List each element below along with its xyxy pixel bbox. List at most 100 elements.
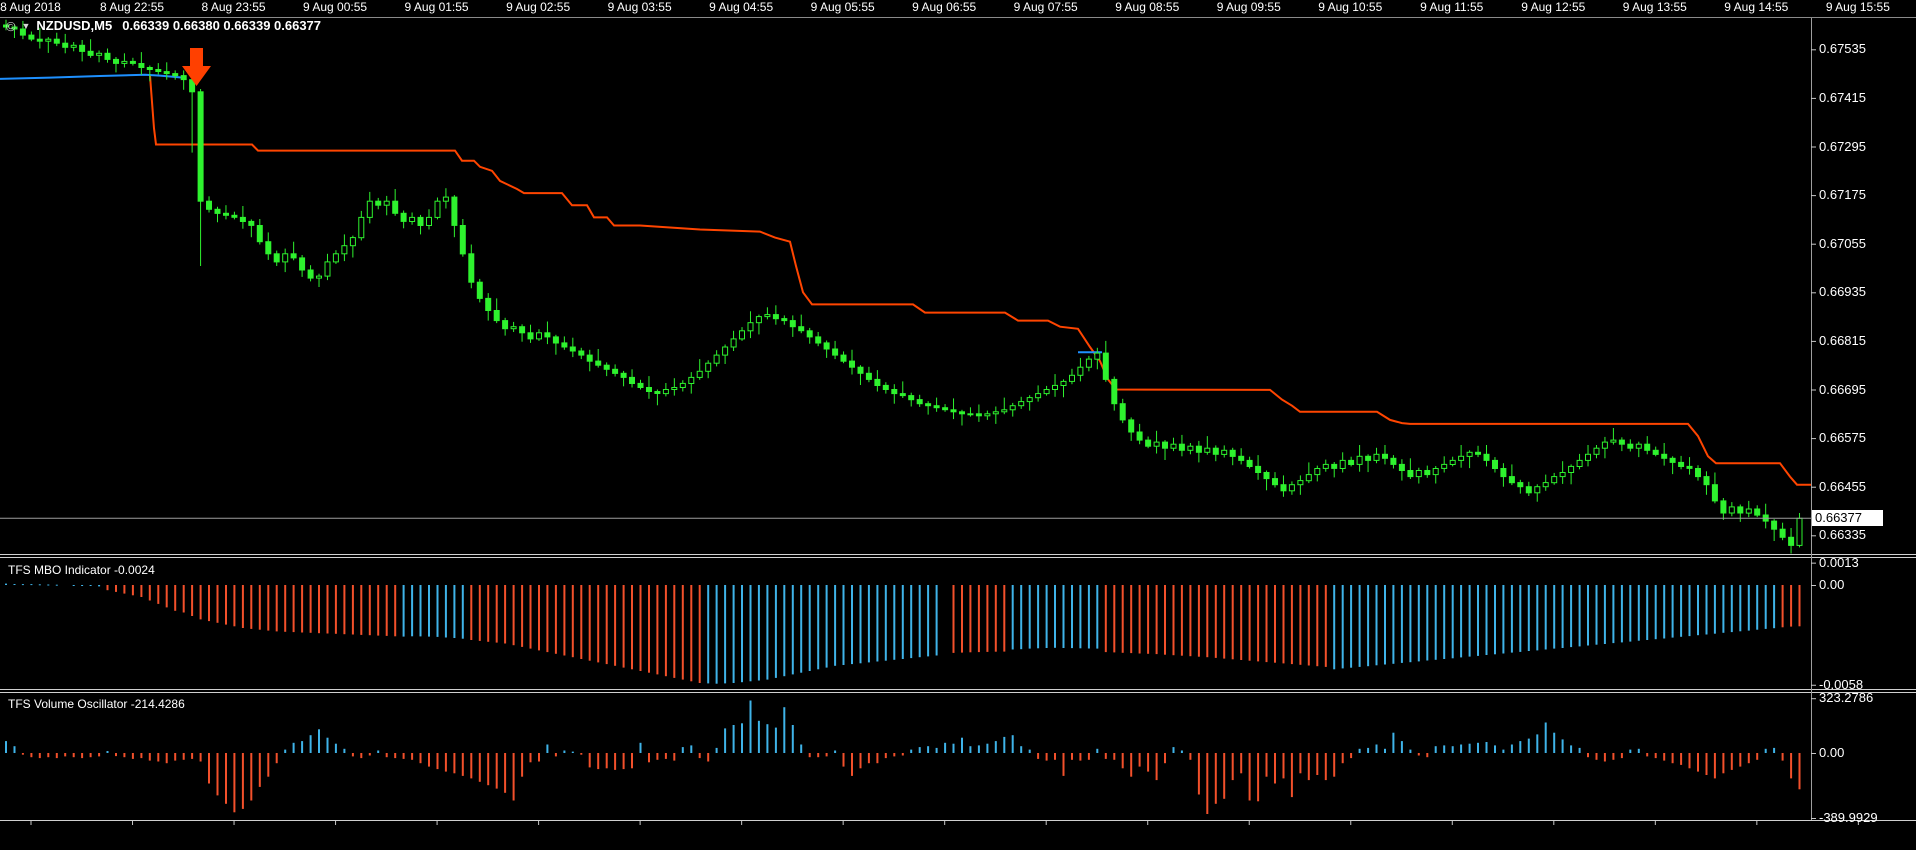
volume-bar xyxy=(1706,753,1708,775)
symbol-dropdown-icon[interactable]: ▼ xyxy=(21,18,30,35)
candle-body xyxy=(909,396,914,400)
candle-body xyxy=(782,319,787,321)
candle-body xyxy=(1662,454,1667,458)
volume-bar xyxy=(1579,748,1581,753)
candle-body xyxy=(1425,471,1430,475)
volume-bar xyxy=(73,753,75,757)
volume-bar xyxy=(487,753,489,785)
volume-bar xyxy=(809,753,811,757)
mbo-bar xyxy=(961,585,963,653)
mbo-bar xyxy=(876,585,878,662)
candle-body xyxy=(80,45,85,51)
mbo-bar xyxy=(1198,585,1200,657)
mbo-bar xyxy=(1325,585,1327,667)
volume-bar xyxy=(860,753,862,768)
candle-body xyxy=(291,254,296,258)
volume-bar xyxy=(1646,753,1648,756)
mbo-bar xyxy=(1181,585,1183,656)
volume-bar xyxy=(403,753,405,759)
candle-body xyxy=(452,197,457,225)
mbo-bar xyxy=(386,585,388,636)
candle-body xyxy=(1729,507,1734,513)
candle-body xyxy=(1273,479,1278,485)
candle-body xyxy=(1044,390,1049,394)
mbo-bar xyxy=(1384,585,1386,665)
mbo-bar xyxy=(115,585,117,592)
candle-body xyxy=(1095,353,1100,359)
volume-bar xyxy=(64,753,66,756)
candle-body xyxy=(1738,507,1743,513)
volume-bar xyxy=(1181,751,1183,754)
mbo-bar xyxy=(310,585,312,633)
volume-bar xyxy=(758,721,760,753)
candle-body xyxy=(1078,367,1083,375)
candle-body xyxy=(883,385,888,389)
candle-body xyxy=(866,373,871,379)
volume-bar xyxy=(817,753,819,757)
volume-bar xyxy=(318,729,320,753)
volume-bar xyxy=(1105,753,1107,759)
volume-bar xyxy=(1528,739,1530,753)
mbo-bar xyxy=(1046,585,1048,648)
candle-body xyxy=(537,333,542,339)
candle-body xyxy=(756,317,761,323)
volume-bar xyxy=(1164,753,1166,763)
mbo-indicator-value: -0.0024 xyxy=(114,563,155,577)
mbo-bar xyxy=(1426,585,1428,661)
candle-body xyxy=(274,254,279,262)
mbo-bar xyxy=(360,585,362,635)
volume-bar xyxy=(513,753,515,801)
volume-bar xyxy=(707,753,709,762)
volume-bar xyxy=(437,753,439,769)
volume-bar xyxy=(1689,753,1691,768)
mbo-bar xyxy=(1333,585,1335,669)
volume-bar xyxy=(310,735,312,753)
volume-bar xyxy=(1621,753,1623,758)
volume-bar xyxy=(1384,749,1386,753)
mbo-bar xyxy=(817,585,819,669)
chart-canvas[interactable] xyxy=(0,0,1916,850)
candle-body xyxy=(968,414,973,415)
volume-bar xyxy=(1325,753,1327,780)
ohlc-values: 0.66339 0.66380 0.66339 0.66377 xyxy=(122,18,321,33)
candle-body xyxy=(765,315,770,317)
volume-bar xyxy=(1418,753,1420,756)
mbo-bar xyxy=(826,585,828,668)
mbo-bar xyxy=(504,585,506,644)
mbo-bar xyxy=(860,585,862,663)
volume-bar xyxy=(1553,733,1555,753)
mbo-bar xyxy=(1367,585,1369,666)
mbo-bar xyxy=(1350,585,1352,668)
volume-bar xyxy=(1156,753,1158,780)
mbo-bar xyxy=(783,585,785,676)
volume-bar xyxy=(885,753,887,758)
candle-body xyxy=(105,53,110,59)
candle-body xyxy=(1323,464,1328,468)
mbo-bar xyxy=(953,585,955,653)
mbo-bar xyxy=(986,585,988,652)
mbo-bar xyxy=(428,585,430,637)
mbo-bar xyxy=(1604,585,1606,644)
mbo-bar xyxy=(1139,585,1141,654)
mbo-bar xyxy=(107,585,109,590)
candle-body xyxy=(384,201,389,205)
mbo-bar xyxy=(191,585,193,616)
candle-body xyxy=(917,400,922,404)
candle-body xyxy=(1222,450,1227,454)
mbo-bar xyxy=(1553,585,1555,649)
volume-bar xyxy=(868,753,870,763)
mbo-bar xyxy=(487,585,489,642)
volume-bar xyxy=(1536,734,1538,753)
candle-body xyxy=(731,339,736,347)
candle-body xyxy=(824,343,829,349)
mbo-bar xyxy=(1020,585,1022,649)
mbo-bar xyxy=(1477,585,1479,656)
volume-bar xyxy=(690,745,692,753)
mbo-bar xyxy=(699,585,701,683)
candle-body xyxy=(833,349,838,355)
volume-bar xyxy=(81,753,83,758)
mbo-bar xyxy=(1164,585,1166,655)
volume-bar xyxy=(555,753,557,756)
candle-body xyxy=(1163,442,1168,448)
volume-bar xyxy=(623,753,625,769)
